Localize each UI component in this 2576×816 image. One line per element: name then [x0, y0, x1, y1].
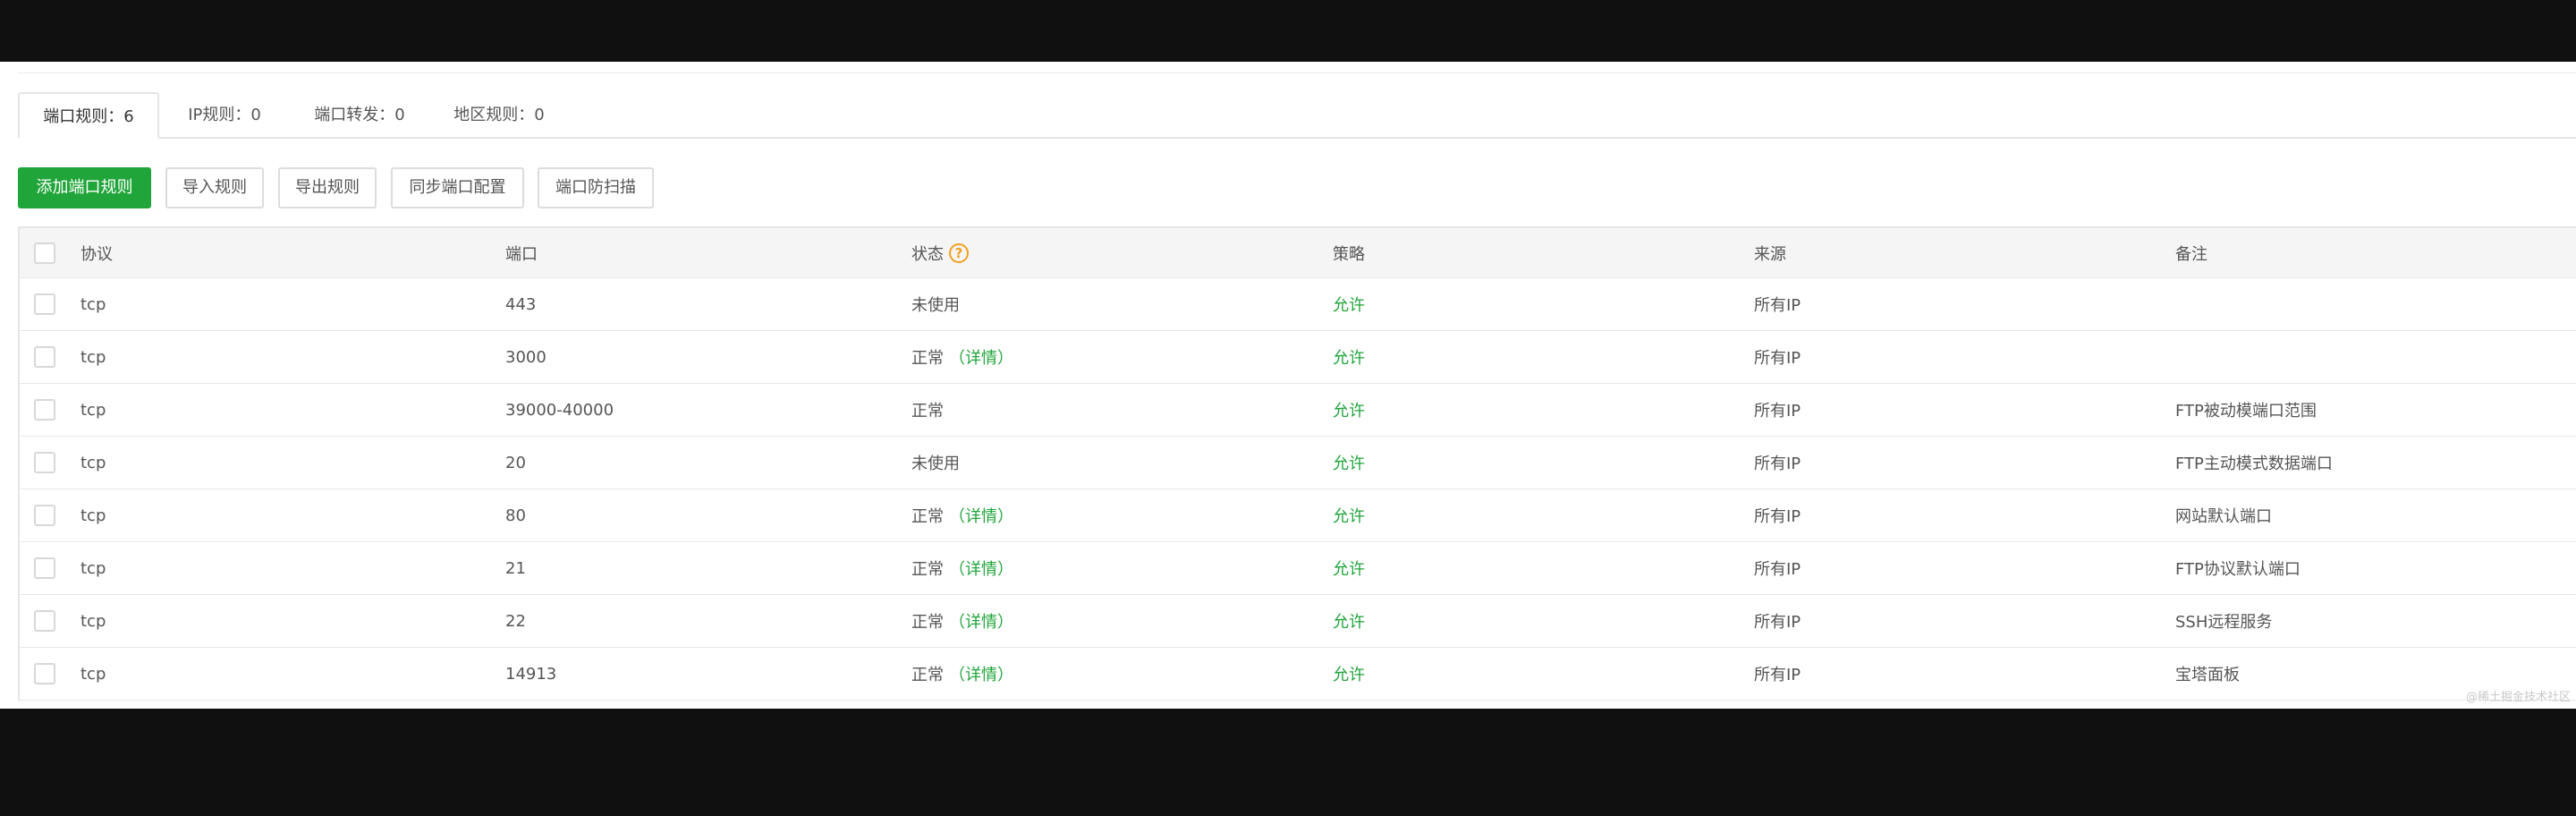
rule-tabs: 端口规则：6 IP规则：0 端口转发：0 地区规则：0: [18, 92, 2576, 139]
status-text: 正常: [911, 666, 944, 684]
cell-protocol: tcp: [80, 294, 106, 314]
cell-status: 正常 （详情）: [911, 489, 1013, 541]
cell-port: 80: [505, 506, 526, 525]
export-rules-button[interactable]: 导出规则: [278, 167, 377, 208]
cell-port: 39000-40000: [505, 400, 614, 420]
cell-port: 21: [505, 558, 526, 578]
cell-source: 所有IP: [1754, 402, 1801, 421]
cell-source: 所有IP: [1754, 349, 1801, 368]
cell-port: 3000: [505, 347, 547, 367]
add-port-rule-button[interactable]: 添加端口规则: [18, 167, 151, 208]
row-checkbox[interactable]: [34, 399, 55, 421]
cell-status: 正常 （详情）: [911, 648, 1013, 700]
cell-source: 所有IP: [1754, 666, 1801, 684]
row-checkbox[interactable]: [34, 505, 55, 526]
cell-policy: 允许: [1333, 455, 1365, 473]
cell-protocol: tcp: [80, 664, 106, 684]
status-text: 正常: [911, 507, 944, 526]
cell-status: 未使用: [911, 437, 960, 489]
cell-protocol: tcp: [80, 453, 106, 472]
table-row: tcp 3000 正常 （详情） 允许 所有IP: [20, 331, 2576, 384]
cell-note: FTP主动模式数据端口: [2175, 455, 2333, 473]
row-checkbox[interactable]: [34, 663, 55, 684]
cell-status: 正常 （详情）: [911, 595, 1013, 647]
import-rules-button[interactable]: 导入规则: [165, 167, 264, 208]
cell-note: FTP协议默认端口: [2175, 560, 2301, 579]
header-source: 来源: [1754, 244, 1786, 264]
cell-note: FTP被动模端口范围: [2175, 402, 2317, 421]
cell-port: 20: [505, 453, 526, 472]
row-checkbox[interactable]: [34, 610, 55, 632]
status-text: 正常: [911, 613, 944, 632]
cell-source: 所有IP: [1754, 296, 1801, 315]
cell-note: SSH远程服务: [2175, 613, 2273, 632]
header-protocol: 协议: [80, 244, 113, 264]
status-detail-link[interactable]: （详情）: [949, 609, 1013, 633]
cell-policy: 允许: [1333, 613, 1365, 632]
header-note: 备注: [2175, 244, 2207, 264]
status-text: 未使用: [911, 296, 960, 315]
watermark: @稀土掘金技术社区: [2465, 691, 2571, 704]
status-text: 正常: [911, 560, 944, 579]
status-text: 未使用: [911, 455, 960, 473]
header-port: 端口: [505, 244, 538, 264]
table-row: tcp 443 未使用 允许 所有IP: [20, 278, 2576, 331]
divider: [18, 72, 2576, 73]
cell-status: 正常: [911, 384, 944, 436]
cell-note: 网站默认端口: [2175, 507, 2272, 526]
cell-protocol: tcp: [80, 400, 106, 420]
cell-status: 正常 （详情）: [911, 542, 1013, 594]
cell-status: 未使用: [911, 278, 960, 330]
sync-port-config-button[interactable]: 同步端口配置: [391, 167, 524, 208]
table-row: tcp 80 正常 （详情） 允许 所有IP 网站默认端口: [20, 489, 2576, 542]
help-icon[interactable]: ?: [949, 242, 969, 263]
tab-region-rules[interactable]: 地区规则：0: [429, 92, 569, 139]
cell-policy: 允许: [1333, 507, 1365, 526]
cell-note: 宝塔面板: [2175, 666, 2240, 684]
tab-port-forward[interactable]: 端口转发：0: [290, 92, 429, 139]
header-status: 状态 ?: [911, 228, 969, 277]
cell-protocol: tcp: [80, 611, 106, 631]
cell-source: 所有IP: [1754, 560, 1801, 579]
cell-port: 14913: [505, 664, 557, 684]
table-row: tcp 39000-40000 正常 允许 所有IP FTP被动模端口范围: [20, 384, 2576, 437]
table-row: tcp 20 未使用 允许 所有IP FTP主动模式数据端口: [20, 437, 2576, 489]
cell-protocol: tcp: [80, 347, 106, 367]
cell-port: 22: [505, 611, 526, 631]
header-status-label: 状态: [911, 244, 944, 264]
header-policy: 策略: [1333, 244, 1365, 264]
cell-source: 所有IP: [1754, 455, 1801, 473]
table-row: tcp 14913 正常 （详情） 允许 所有IP 宝塔面板: [20, 648, 2576, 701]
tab-port-rules[interactable]: 端口规则：6: [18, 92, 159, 139]
status-text: 正常: [911, 402, 944, 421]
row-checkbox[interactable]: [34, 346, 55, 368]
cell-policy: 允许: [1333, 349, 1365, 368]
status-text: 正常: [911, 349, 944, 368]
cell-policy: 允许: [1333, 560, 1365, 579]
status-detail-link[interactable]: （详情）: [949, 662, 1013, 685]
cell-source: 所有IP: [1754, 613, 1801, 632]
cell-policy: 允许: [1333, 666, 1365, 684]
select-all-checkbox[interactable]: [34, 242, 55, 264]
cell-port: 443: [505, 294, 537, 314]
cell-source: 所有IP: [1754, 507, 1801, 526]
firewall-panel: 端口规则：6 IP规则：0 端口转发：0 地区规则：0 添加端口规则 导入规则 …: [0, 62, 2576, 709]
cell-policy: 允许: [1333, 296, 1365, 315]
row-checkbox[interactable]: [34, 293, 55, 315]
row-checkbox[interactable]: [34, 557, 55, 579]
table-row: tcp 21 正常 （详情） 允许 所有IP FTP协议默认端口: [20, 542, 2576, 595]
cell-protocol: tcp: [80, 558, 106, 578]
row-checkbox[interactable]: [34, 452, 55, 473]
port-anti-scan-button[interactable]: 端口防扫描: [538, 167, 654, 208]
status-detail-link[interactable]: （详情）: [949, 504, 1013, 527]
status-detail-link[interactable]: （详情）: [949, 557, 1013, 580]
table-header: 协议 端口 状态 ? 策略 来源 备注: [20, 228, 2576, 278]
port-rules-table: 协议 端口 状态 ? 策略 来源 备注 tcp 443 未使用 允许 所有IP tcp 30…: [18, 226, 2576, 701]
cell-status: 正常 （详情）: [911, 331, 1013, 383]
status-detail-link[interactable]: （详情）: [949, 345, 1013, 369]
cell-protocol: tcp: [80, 506, 106, 525]
table-row: tcp 22 正常 （详情） 允许 所有IP SSH远程服务: [20, 595, 2576, 648]
tab-ip-rules[interactable]: IP规则：0: [159, 92, 290, 139]
cell-policy: 允许: [1333, 402, 1365, 421]
